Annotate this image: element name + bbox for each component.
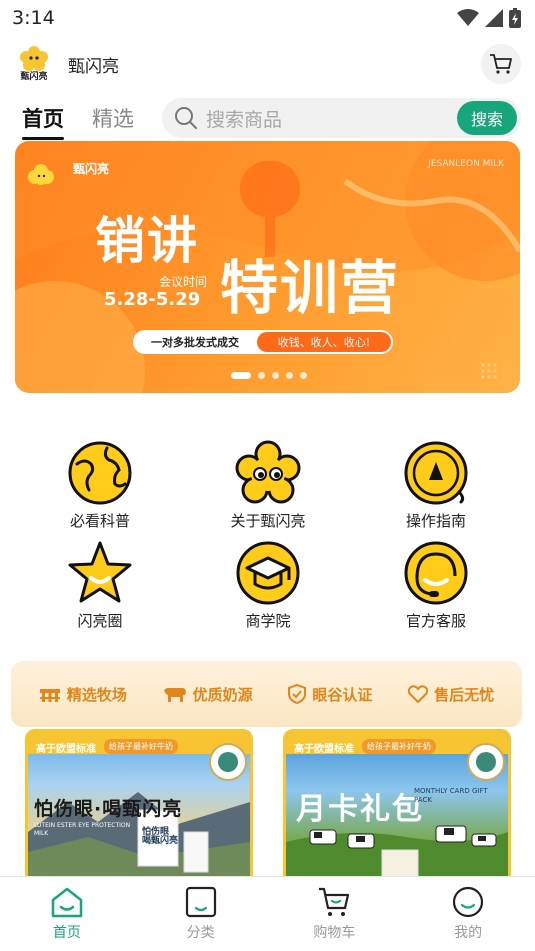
quick-link-science[interactable]: 必看科普 [40, 440, 160, 531]
home-icon [51, 887, 83, 918]
search-box[interactable]: 搜索商品 搜索 [162, 98, 521, 138]
product-card[interactable]: 高于欧盟标准 给孩子最补好牛奶 怕伤眼·喝甄闪亮 LUTEIN ESTER EY… [25, 729, 253, 879]
header-cart-button[interactable] [481, 44, 521, 84]
brand-name: 甄闪亮 [68, 56, 119, 77]
feature-after-sales: 售后无忧 [408, 684, 494, 705]
carousel-dot[interactable] [231, 372, 251, 379]
promo-banner[interactable]: 甄闪亮 JESANLEON MILK 销讲 特训营 会议时间 5.28-5.29… [15, 141, 520, 393]
flower-mascot-icon [235, 440, 301, 504]
search-input[interactable]: 搜索商品 [206, 105, 457, 132]
logo-text: 甄闪亮 [20, 72, 48, 82]
bottom-nav: 首页 分类 购物车 我的 [0, 876, 535, 951]
quick-link-label: 官方客服 [405, 612, 466, 630]
banner-date: 5.28-5.29 [104, 289, 201, 310]
status-bar: 3:14 [0, 0, 535, 36]
feature-certification: 眼谷认证 [288, 684, 372, 705]
banner-meeting-label: 会议时间 [159, 275, 208, 289]
quick-link-label: 商学院 [245, 612, 291, 630]
category-icon [185, 886, 216, 918]
status-time: 3:14 [12, 7, 55, 29]
carousel-dot[interactable] [258, 372, 265, 379]
banner-brand: 甄闪亮 [73, 162, 110, 176]
feature-label: 眼谷认证 [312, 685, 373, 704]
product-title: 怕伤眼·喝甄闪亮 [34, 798, 183, 820]
tab-home[interactable]: 首页 [22, 103, 64, 140]
product-subtitle: LUTEIN ESTER EYE PROTECTION MILK [34, 822, 131, 837]
nav-cart[interactable]: 购物车 [268, 877, 402, 951]
carousel-dot[interactable] [300, 372, 307, 379]
globe-icon [68, 441, 132, 505]
graduation-cap-icon [236, 541, 300, 605]
banner-pill-left: 一对多批发式成交 [151, 336, 239, 349]
compass-icon [404, 441, 468, 505]
product-card[interactable]: 高于欧盟标准 给孩子最补好牛奶 月卡礼包 MONTHLY CARD GIFT P… [283, 729, 511, 879]
feature-label: 精选牧场 [66, 685, 127, 704]
quick-link-label: 必看科普 [69, 512, 130, 530]
quick-link-guide[interactable]: 操作指南 [376, 440, 496, 531]
quick-link-support[interactable]: 官方客服 [376, 540, 496, 631]
quick-link-academy[interactable]: 商学院 [208, 540, 328, 631]
ranch-icon [39, 689, 60, 702]
nav-label: 购物车 [313, 925, 356, 941]
nav-profile[interactable]: 我的 [401, 877, 535, 951]
feature-label: 售后无忧 [434, 685, 495, 704]
search-icon [175, 107, 197, 129]
quick-link-label: 关于甄闪亮 [230, 512, 306, 530]
carousel-dot[interactable] [272, 372, 279, 379]
cart-icon [319, 887, 350, 916]
carousel-indicators [231, 372, 307, 379]
heart-icon [408, 685, 429, 703]
shield-check-icon [288, 684, 307, 704]
banner-pill: 一对多批发式成交 收钱、收人、收心! [133, 330, 393, 354]
nav-label: 首页 [52, 925, 81, 941]
feature-label: 优质奶源 [192, 685, 253, 704]
banner-english-brand: JESANLEON MILK [428, 159, 504, 169]
nav-home[interactable]: 首页 [0, 877, 134, 951]
tabs-row: 首页 精选 搜索商品 搜索 [0, 96, 535, 140]
star-icon [68, 541, 132, 603]
feature-ranch: 精选牧场 [39, 684, 127, 705]
product-tag: 高于欧盟标准 [294, 744, 354, 755]
signal-icon [485, 9, 503, 27]
app-header: 甄闪亮 甄闪亮 [0, 40, 535, 88]
headset-icon [404, 541, 468, 605]
quick-link-label: 操作指南 [405, 512, 466, 530]
wifi-icon [457, 9, 479, 26]
feature-bar: 精选牧场 优质奶源 眼谷认证 售后无忧 [11, 661, 522, 727]
search-button[interactable]: 搜索 [456, 101, 517, 135]
quick-link-label: 闪亮圈 [77, 612, 123, 630]
feature-milk-source: 优质奶源 [163, 684, 253, 705]
product-tag-secondary: 给孩子最补好牛奶 [362, 739, 436, 754]
product-subtitle: MONTHLY CARD GIFT PACK [414, 787, 488, 804]
status-icons [457, 8, 521, 28]
banner-title-line1: 销讲 [95, 211, 199, 270]
cart-icon [490, 54, 512, 74]
banner-title-line2: 特训营 [220, 254, 401, 322]
cow-icon [163, 688, 186, 702]
profile-icon [453, 886, 484, 918]
brand-logo: 甄闪亮 [14, 44, 54, 84]
carousel-dot[interactable] [286, 372, 293, 379]
tab-featured[interactable]: 精选 [92, 103, 134, 133]
flower-logo-icon [20, 46, 48, 71]
product-box-text: 怕伤眼 喝甄闪亮 [142, 827, 179, 846]
product-title: 月卡礼包 [296, 792, 424, 827]
product-tag-secondary: 给孩子最补好牛奶 [104, 739, 178, 754]
quick-link-about[interactable]: 关于甄闪亮 [208, 440, 328, 531]
quick-link-circle[interactable]: 闪亮圈 [40, 540, 160, 631]
banner-pill-right: 收钱、收人、收心! [257, 332, 391, 352]
nav-label: 分类 [186, 925, 215, 941]
nav-category[interactable]: 分类 [134, 877, 268, 951]
nav-label: 我的 [454, 925, 483, 941]
product-tag: 高于欧盟标准 [36, 744, 96, 755]
battery-icon [509, 8, 521, 28]
